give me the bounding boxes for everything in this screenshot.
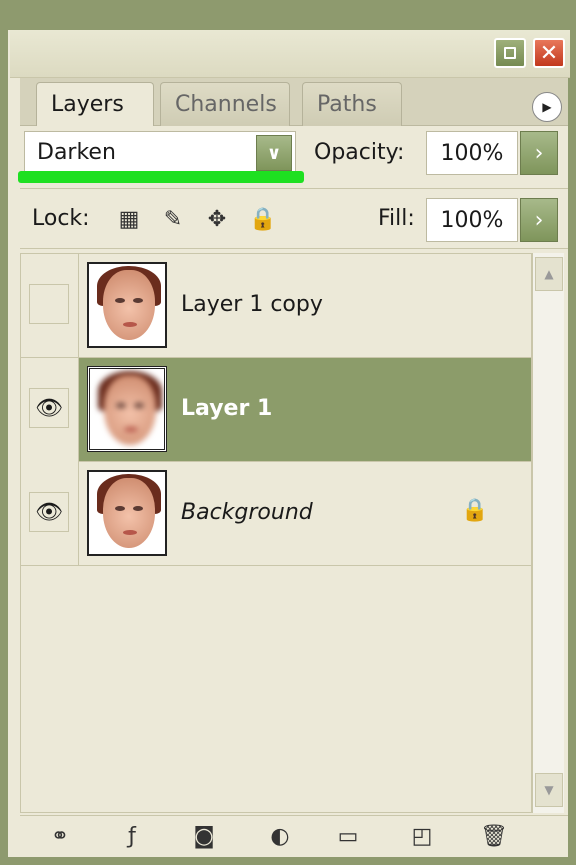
adjustment-layer-icon[interactable]: ◐: [262, 818, 298, 854]
layer-thumbnail: [87, 366, 167, 452]
opacity-field[interactable]: 100%: [426, 131, 518, 175]
opacity-label: Opacity:: [314, 140, 405, 165]
minimize-button[interactable]: [494, 38, 526, 68]
link-layers-icon[interactable]: ⚭: [36, 818, 84, 854]
layer-row[interactable]: Layer 1 copy: [21, 254, 531, 358]
minimize-icon: [504, 47, 516, 59]
visibility-cell[interactable]: 👁: [21, 358, 79, 462]
new-layer-icon[interactable]: ◰: [404, 818, 440, 854]
tab-label: Channels: [175, 92, 277, 117]
new-group-icon[interactable]: ▭: [330, 818, 366, 854]
eye-icon[interactable]: 👁: [29, 388, 69, 428]
layer-row[interactable]: 👁 Layer 1: [21, 358, 531, 462]
lock-image-icon[interactable]: ✎: [158, 204, 188, 234]
lock-transparent-icon[interactable]: ▦: [114, 204, 144, 234]
layer-style-icon[interactable]: ƒ: [114, 818, 150, 854]
tab-channels[interactable]: Channels: [160, 82, 290, 126]
fill-label: Fill:: [378, 206, 415, 231]
divider: [20, 248, 568, 249]
layer-name: Layer 1: [181, 396, 273, 421]
tab-label: Paths: [317, 92, 377, 117]
chevron-down-icon[interactable]: ∨: [256, 135, 292, 171]
palette-menu-button[interactable]: ▶: [532, 92, 562, 122]
lock-label: Lock:: [32, 206, 90, 231]
palette-titlebar[interactable]: [10, 30, 570, 78]
layer-thumbnail: [87, 262, 167, 348]
visibility-cell[interactable]: 👁: [21, 462, 79, 566]
visibility-toggle[interactable]: [29, 284, 69, 324]
divider: [20, 188, 568, 189]
close-button[interactable]: ✕: [533, 38, 565, 68]
layer-thumbnail: [87, 470, 167, 556]
layer-lock-icon: 🔒: [461, 498, 489, 523]
scroll-down-icon[interactable]: ▼: [535, 773, 563, 807]
eye-icon[interactable]: 👁: [29, 492, 69, 532]
fill-field[interactable]: 100%: [426, 198, 518, 242]
layer-name: Background: [181, 500, 313, 525]
layer-row[interactable]: 👁 Background 🔒: [21, 462, 531, 566]
tab-label: Layers: [51, 92, 124, 117]
fill-slider-button[interactable]: ›: [520, 198, 558, 242]
opacity-slider-button[interactable]: ›: [520, 131, 558, 175]
delete-layer-icon[interactable]: 🗑: [476, 818, 512, 854]
scroll-up-icon[interactable]: ▲: [535, 257, 563, 291]
layer-mask-icon[interactable]: ◙: [186, 818, 222, 854]
arrow-right-icon: ›: [534, 140, 544, 166]
highlight-underline: [18, 171, 304, 183]
blend-mode-value: Darken: [37, 140, 116, 165]
blend-mode-select[interactable]: Darken ∨: [24, 131, 296, 175]
lock-all-icon[interactable]: 🔒: [248, 204, 278, 234]
tab-layers[interactable]: Layers: [36, 82, 154, 126]
visibility-cell[interactable]: [21, 254, 79, 358]
layer-name: Layer 1 copy: [181, 292, 323, 317]
arrow-right-icon: ›: [534, 207, 544, 233]
tab-paths[interactable]: Paths: [302, 82, 402, 126]
play-arrow-icon: ▶: [542, 100, 552, 114]
scrollbar[interactable]: ▲ ▼: [532, 253, 564, 813]
lock-position-icon[interactable]: ✥: [202, 204, 232, 234]
close-icon: ✕: [539, 40, 559, 66]
